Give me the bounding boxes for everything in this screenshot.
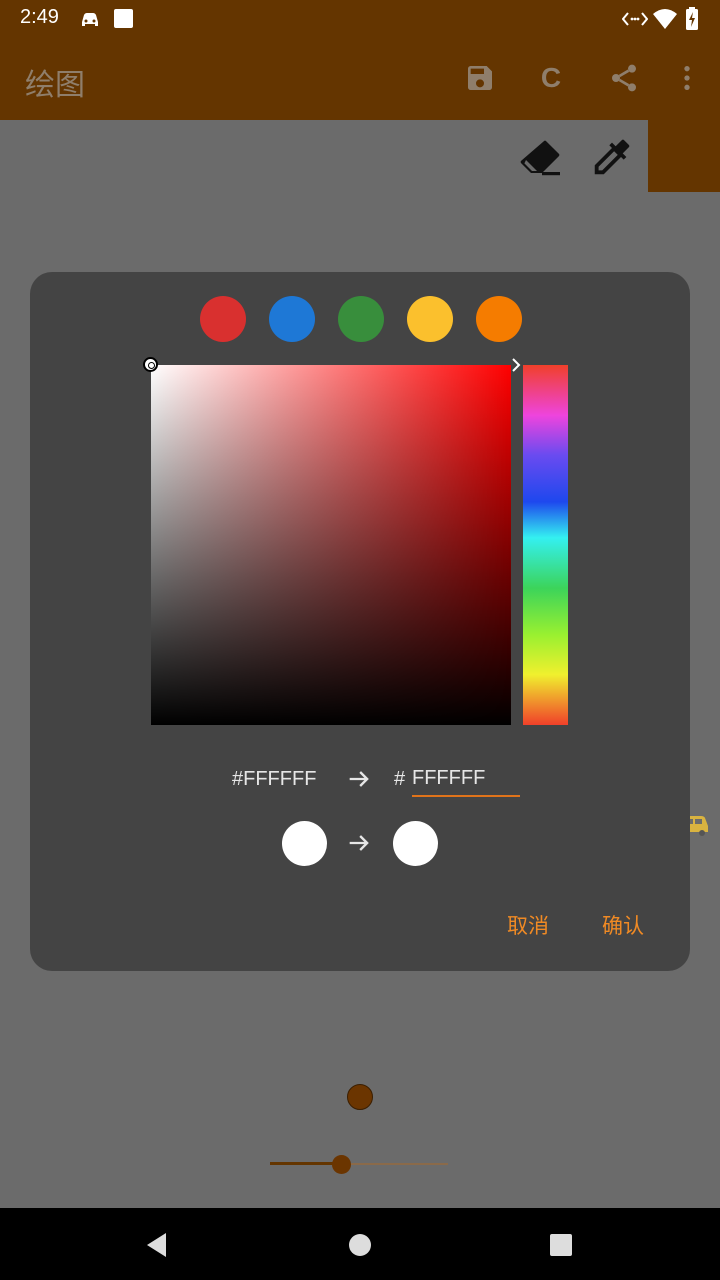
old-color-preview — [282, 821, 327, 866]
eraser-button[interactable] — [516, 134, 564, 182]
arrow-right-icon — [349, 771, 369, 787]
current-color-swatch[interactable] — [648, 120, 720, 192]
battery-icon — [686, 7, 698, 30]
hue-indicator-chevron-icon[interactable] — [509, 356, 523, 374]
confirm-button[interactable]: 确认 — [602, 910, 644, 940]
preset-red[interactable] — [200, 296, 246, 342]
app-bar: 绘图 C — [0, 38, 720, 120]
eyedropper-button[interactable] — [589, 134, 637, 182]
car-notification-icon — [82, 13, 98, 26]
status-time: 2:49 — [20, 6, 59, 28]
clear-label: C — [540, 62, 562, 93]
recents-icon[interactable] — [546, 1230, 576, 1260]
preset-yellow[interactable] — [407, 296, 453, 342]
share-button[interactable] — [604, 58, 644, 98]
arrow-right-icon — [349, 835, 369, 851]
old-hex-value: #FFFFFF — [232, 768, 317, 790]
more-vert-icon — [684, 66, 690, 90]
eyedropper-icon — [594, 139, 630, 175]
cancel-button[interactable]: 取消 — [507, 910, 549, 940]
system-navigation-bar — [0, 1208, 720, 1280]
preset-blue[interactable] — [269, 296, 315, 342]
back-icon[interactable] — [143, 1230, 173, 1260]
preset-orange[interactable] — [476, 296, 522, 342]
save-icon — [468, 66, 492, 90]
hex-prefix: # — [394, 768, 406, 790]
brush-size-slider-thumb[interactable] — [332, 1155, 351, 1174]
saturation-value-cursor[interactable] — [143, 357, 158, 372]
brush-size-preview — [347, 1084, 373, 1110]
preset-green[interactable] — [338, 296, 384, 342]
share-icon — [612, 64, 636, 92]
hue-slider[interactable] — [523, 365, 568, 725]
clear-button[interactable]: C — [531, 58, 571, 98]
app-title: 绘图 — [25, 68, 85, 103]
overflow-menu-button[interactable] — [667, 58, 707, 98]
status-bar: 2:49 — [0, 0, 720, 38]
save-button[interactable] — [460, 58, 500, 98]
saturation-value-picker[interactable] — [151, 365, 511, 725]
home-icon[interactable] — [345, 1230, 375, 1260]
data-saver-icon — [622, 12, 648, 26]
new-color-preview — [393, 821, 438, 866]
square-notification-icon — [114, 9, 133, 28]
wifi-icon — [653, 9, 677, 29]
hex-input[interactable] — [412, 764, 520, 797]
eraser-icon — [520, 140, 560, 176]
color-picker-dialog: #FFFFFF # 取消 确认 — [30, 272, 690, 971]
